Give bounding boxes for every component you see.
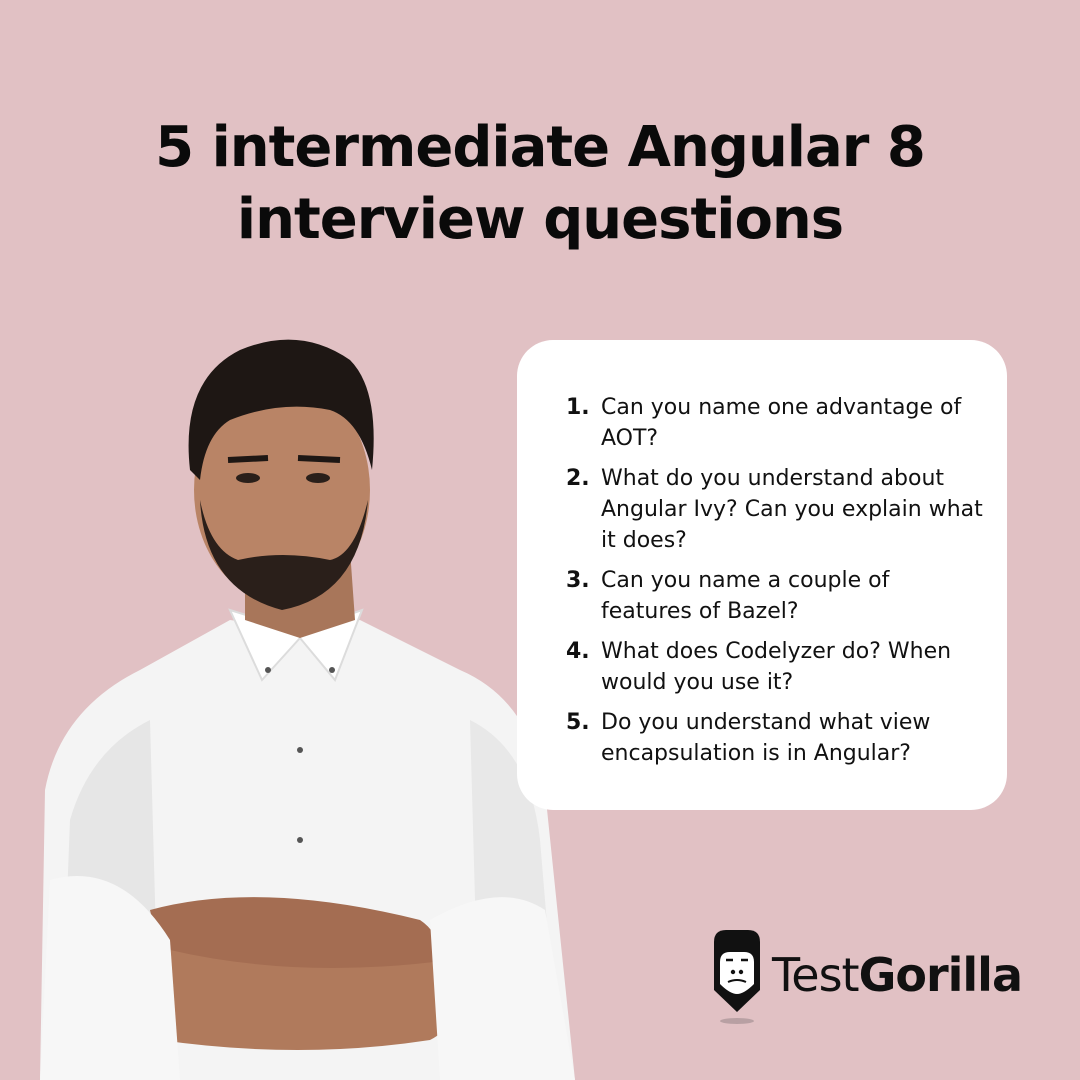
question-number: 5.	[566, 710, 590, 735]
logo-wordmark: TestGorilla	[772, 948, 1023, 1002]
questions-list: 1. Can you name one advantage of AOT? 2.…	[566, 392, 986, 778]
question-number: 2.	[566, 466, 590, 491]
question-text: Can you name a couple of features of Baz…	[601, 568, 890, 624]
question-item: 1. Can you name one advantage of AOT?	[566, 392, 986, 454]
question-item: 3. Can you name a couple of features of …	[566, 565, 986, 627]
title-line-1: 5 intermediate Angular 8	[155, 115, 926, 180]
question-number: 1.	[566, 395, 590, 420]
gorilla-pencil-icon	[714, 930, 760, 1024]
logo-text-regular: Test	[772, 948, 860, 1002]
logo-text-bold: Gorilla	[858, 948, 1023, 1002]
question-text: Do you understand what view encapsulatio…	[601, 710, 931, 766]
question-item: 5. Do you understand what view encapsula…	[566, 707, 986, 769]
question-text: What do you understand about Angular Ivy…	[601, 466, 983, 553]
question-number: 4.	[566, 639, 590, 664]
question-number: 3.	[566, 568, 590, 593]
question-item: 2. What do you understand about Angular …	[566, 463, 986, 556]
question-text: What does Codelyzer do? When would you u…	[601, 639, 952, 695]
person-photo	[40, 339, 575, 1080]
title-line-2: interview questions	[236, 187, 844, 252]
page-title: 5 intermediate Angular 8 interview quest…	[0, 112, 1080, 256]
question-item: 4. What does Codelyzer do? When would yo…	[566, 636, 986, 698]
question-text: Can you name one advantage of AOT?	[601, 395, 962, 451]
